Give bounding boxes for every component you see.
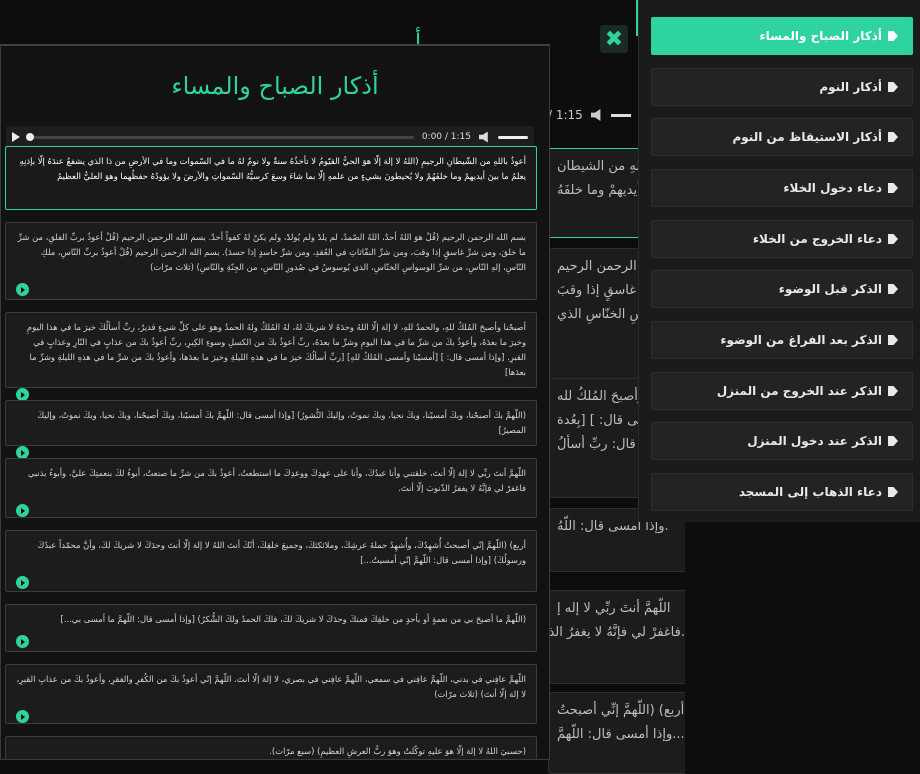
tag-icon — [888, 132, 898, 142]
tag-icon — [888, 31, 898, 41]
play-icon[interactable] — [16, 504, 29, 517]
dhikr-card[interactable]: (حسبيَ اللهُ لا إلهَ إلّا هوَ عليهِ توكّ… — [5, 736, 537, 759]
menu-item-enter-toilet[interactable]: دعاء دخول الخلاء — [651, 169, 913, 207]
tag-icon — [888, 234, 898, 244]
audio-player[interactable]: 0:00 / 1:15 — [6, 126, 534, 148]
dhikr-text: (اللّهمَّ بكَ أصبحْنا، وبكَ أمسيْنا، وبك… — [37, 410, 526, 435]
dhikr-card[interactable]: (اللّهمَّ بكَ أصبحْنا، وبكَ أمسيْنا، وبك… — [5, 400, 537, 459]
dhikr-card[interactable]: أربع) (اللّهمَّ إنّي أصبحتُ أُشهِدُكَ، و… — [5, 530, 537, 592]
dhikr-card[interactable]: بسم الله الرحمن الرحيم (قُلْ هوَ اللهُ أ… — [5, 222, 537, 300]
dhikr-text: بسم الله الرحمن الرحيم (قُلْ هوَ اللهُ أ… — [17, 232, 526, 272]
modal-title: أذكار الصباح والمساء — [171, 72, 379, 100]
tag-icon — [888, 82, 898, 92]
background-card: أربع) (اللّهمَّ إنِّي أصبحتُ ...وإذا أمسى… — [548, 692, 685, 774]
volume-icon[interactable] — [479, 131, 488, 143]
menu-item-label: أذكار الاستيقاظ من النوم — [732, 130, 882, 144]
menu-item-exit-toilet[interactable]: دعاء الخروج من الخلاء — [651, 220, 913, 258]
background-card: اللّهمَّ أنتَ ربِّي لا إله إ .فاغفرْ لي ف… — [548, 590, 685, 684]
tag-icon — [888, 386, 898, 396]
menu-item-sleep[interactable]: أذكار النوم — [651, 68, 913, 106]
dhikr-card[interactable]: (اللّهمَّ ما أصبحَ بي من نعمةٍ أو بأحدٍ … — [5, 604, 537, 652]
dhikr-text: أعوذُ باللهِ من الشّيطانِ الرجيمِ (اللهُ… — [19, 156, 526, 181]
menu-item-label: دعاء الخروج من الخلاء — [752, 232, 882, 246]
dhikr-card[interactable]: اللّهمَّ أنتَ ربِّي لا إلهَ إلّا أنتَ، خ… — [5, 458, 537, 518]
tag-icon — [888, 335, 898, 345]
menu-item-morning-evening[interactable]: أذكار الصباح والمساء — [651, 17, 913, 55]
dhikr-text: (حسبيَ اللهُ لا إلهَ إلّا هوَ عليهِ توكّ… — [269, 746, 526, 756]
side-menu: أذكار الصباح والمساء أذكار النوم أذكار ا… — [638, 0, 920, 522]
background-audio-time: / 1:15 — [548, 108, 583, 122]
dhikr-text: أربع) (اللّهمَّ إنّي أصبحتُ أُشهِدُكَ، و… — [37, 540, 526, 565]
tag-icon — [888, 436, 898, 446]
menu-item-label: أذكار الصباح والمساء — [759, 29, 883, 43]
seek-bar[interactable] — [26, 132, 414, 141]
modal-dialog: أذكار الصباح والمساء 0:00 / 1:15 أعوذُ ب… — [0, 44, 550, 760]
menu-item-go-mosque[interactable]: دعاء الذهاب إلى المسجد — [651, 473, 913, 511]
close-icon: ✖ — [604, 26, 624, 52]
background-audio-player[interactable]: / 1:15 — [548, 100, 638, 130]
menu-item-label: الذكر بعد الفراغ من الوضوء — [720, 333, 882, 347]
dhikr-text: (اللّهمَّ ما أصبحَ بي من نعمةٍ أو بأحدٍ … — [60, 614, 526, 624]
dhikr-list: أعوذُ باللهِ من الشّيطانِ الرجيمِ (اللهُ… — [5, 146, 537, 759]
volume-slider[interactable] — [498, 135, 528, 139]
menu-item-label: الذكر عند دخول المنزل — [747, 434, 882, 448]
play-icon[interactable] — [16, 710, 29, 723]
menu-item-waking[interactable]: أذكار الاستيقاظ من النوم — [651, 118, 913, 156]
menu-item-label: دعاء الذهاب إلى المسجد — [738, 485, 882, 499]
menu-item-label: دعاء دخول الخلاء — [783, 181, 882, 195]
menu-item-label: الذكر عند الخروج من المنزل — [716, 384, 882, 398]
close-button[interactable]: ✖ — [600, 25, 628, 53]
tag-icon — [888, 284, 898, 294]
dhikr-text: أصبحْنا وأصبحَ المُلكُ للهِ، والحمدُ لله… — [26, 322, 526, 377]
volume-icon[interactable] — [590, 109, 601, 121]
dhikr-text: اللّهمَّ عافِني في بدني، اللّهمَّ عافِني… — [16, 674, 526, 699]
seek-knob[interactable] — [26, 132, 34, 141]
play-icon[interactable] — [16, 635, 29, 648]
dhikr-text: اللّهمَّ أنتَ ربِّي لا إلهَ إلّا أنتَ، خ… — [27, 468, 526, 493]
play-icon[interactable] — [12, 132, 20, 142]
play-icon[interactable] — [16, 576, 29, 589]
tag-icon — [888, 183, 898, 193]
menu-item-label: أذكار النوم — [819, 80, 882, 94]
audio-time: 0:00 / 1:15 — [421, 132, 471, 142]
menu-item-before-wudu[interactable]: الذكر قبل الوضوء — [651, 270, 913, 308]
dhikr-card[interactable]: أعوذُ باللهِ من الشّيطانِ الرجيمِ (اللهُ… — [5, 146, 537, 210]
play-icon[interactable] — [16, 283, 29, 296]
menu-item-enter-home[interactable]: الذكر عند دخول المنزل — [651, 422, 913, 460]
dhikr-card[interactable]: اللّهمَّ عافِني في بدني، اللّهمَّ عافِني… — [5, 664, 537, 724]
menu-item-label: الذكر قبل الوضوء — [778, 282, 882, 296]
dhikr-card[interactable]: أصبحْنا وأصبحَ المُلكُ للهِ، والحمدُ لله… — [5, 312, 537, 401]
menu-item-leave-home[interactable]: الذكر عند الخروج من المنزل — [651, 372, 913, 410]
volume-slider[interactable] — [610, 113, 631, 117]
tag-icon — [888, 487, 898, 497]
menu-item-after-wudu[interactable]: الذكر بعد الفراغ من الوضوء — [651, 321, 913, 359]
